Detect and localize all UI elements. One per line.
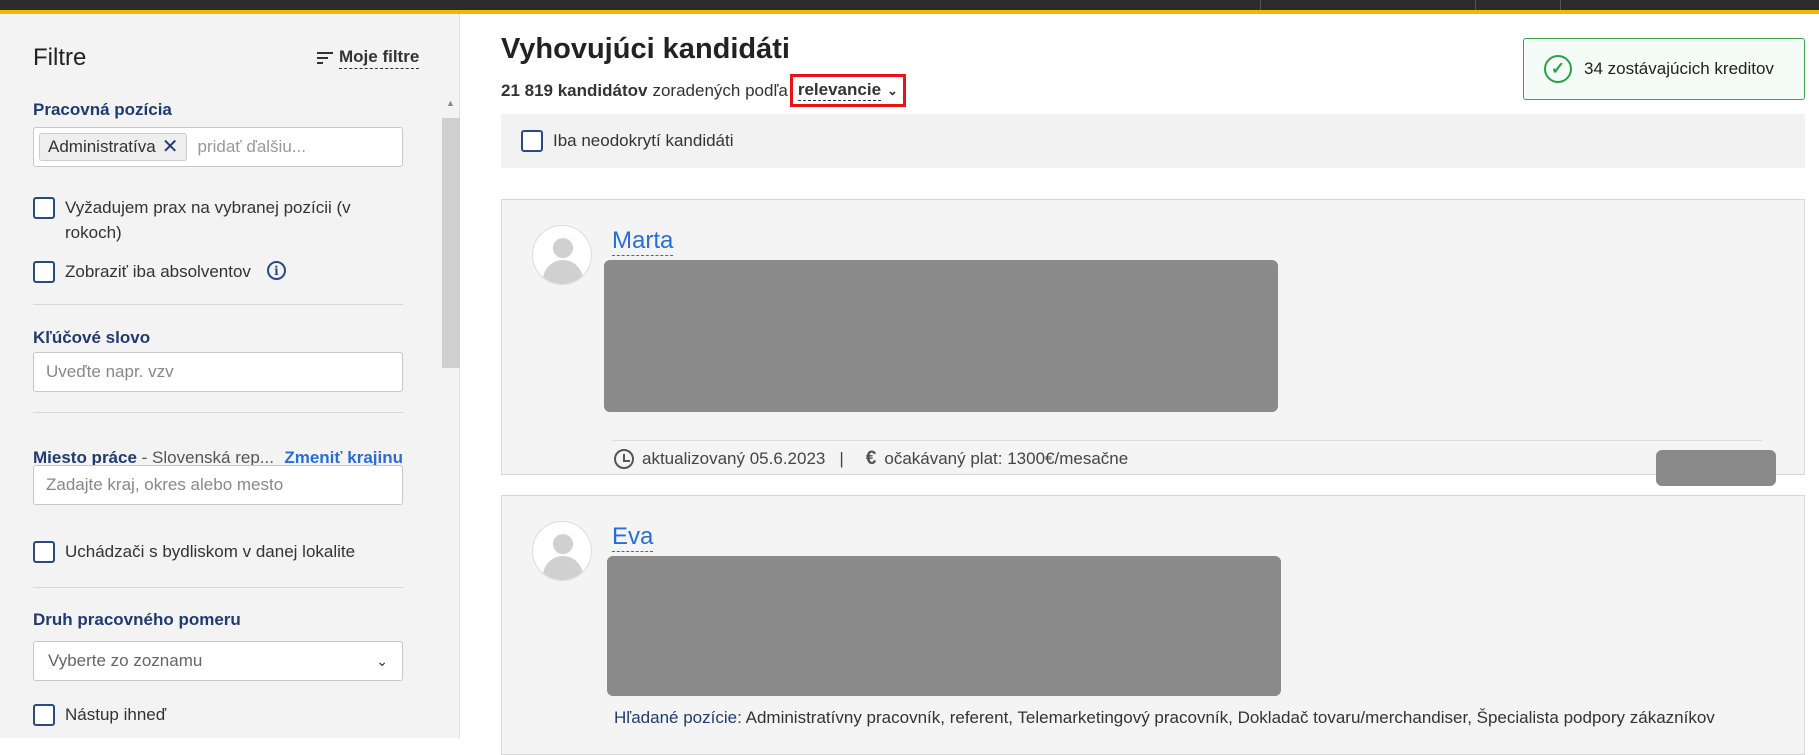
sort-dropdown[interactable]: relevancie ⌄ — [789, 74, 906, 107]
start-now-option[interactable]: Nástup ihneď — [33, 704, 166, 726]
filters-sidebar: Filtre Moje filtre ▲ Pracovná pozícia Ad… — [0, 14, 460, 738]
euro-icon: € — [865, 448, 877, 469]
residence-option[interactable]: Uchádzači s bydliskom v danej lokalite — [33, 541, 355, 563]
graduates-only-checkbox[interactable] — [33, 261, 55, 283]
position-input[interactable]: Administratíva ✕ pridať ďalšiu... — [33, 127, 403, 167]
results-summary: 21 819 kandidátov zoradených podľa relev… — [501, 74, 906, 107]
location-input[interactable]: Zadajte kraj, okres alebo mesto — [33, 465, 403, 505]
candidate-card[interactable]: Marta aktualizovaný 05.6.2023 | € očakáv… — [501, 199, 1805, 486]
credits-badge: ✓ 34 zostávajúcich kreditov — [1523, 38, 1805, 100]
require-experience-option[interactable]: Vyžadujem prax na vybranej pozícii (v ro… — [33, 195, 363, 245]
only-unrevealed-label: Iba neodokrytí kandidáti — [553, 131, 734, 150]
divider — [33, 304, 403, 305]
start-now-checkbox[interactable] — [33, 704, 55, 726]
graduates-only-option[interactable]: Zobraziť iba absolventov i — [33, 261, 286, 283]
redacted-content — [604, 260, 1278, 412]
only-unrevealed-checkbox[interactable] — [521, 130, 543, 152]
chevron-down-icon: ⌄ — [376, 652, 388, 669]
topbar-divider — [1475, 0, 1476, 10]
avatar-placeholder-icon — [532, 225, 592, 285]
sort-value: relevancie — [797, 80, 882, 101]
residence-checkbox[interactable] — [33, 541, 55, 563]
position-add-placeholder: pridať ďalšiu... — [197, 137, 306, 156]
scroll-up-arrow-icon[interactable]: ▲ — [446, 98, 455, 108]
position-label: Pracovná pozícia — [33, 100, 172, 119]
divider — [612, 440, 1762, 441]
topbar-divider — [1560, 0, 1561, 10]
updated-date: aktualizovaný 05.6.2023 — [642, 449, 826, 468]
credits-text: 34 zostávajúcich kreditov — [1584, 59, 1774, 78]
my-filters-label: Moje filtre — [339, 47, 420, 69]
my-filters-link[interactable]: Moje filtre — [317, 47, 420, 69]
position-tag-label: Administratíva — [48, 137, 156, 156]
redacted-content — [607, 556, 1281, 696]
keyword-input[interactable]: Uveďte napr. vzv — [33, 352, 403, 392]
candidate-card[interactable]: Eva Hľadané pozície: Administratívny pra… — [501, 495, 1805, 755]
topbar-divider — [1260, 0, 1261, 10]
meta-separator: | — [839, 449, 844, 468]
top-bar — [0, 0, 1819, 26]
expected-salary: očakávaný plat: 1300€/mesačne — [884, 449, 1129, 468]
page-title: Vyhovujúci kandidáti — [501, 33, 790, 65]
scrollbar-thumb[interactable] — [442, 118, 460, 368]
require-experience-checkbox[interactable] — [33, 197, 55, 219]
graduates-only-label: Zobraziť iba absolventov — [65, 262, 251, 281]
sidebar-title: Filtre — [33, 44, 87, 71]
divider — [33, 587, 403, 588]
results-panel: Vyhovujúci kandidáti 21 819 kandidátov z… — [500, 14, 1810, 755]
info-icon[interactable]: i — [266, 261, 286, 280]
only-unrevealed-filter[interactable]: Iba neodokrytí kandidáti — [501, 114, 1805, 168]
employment-type-label: Druh pracovného pomeru — [33, 610, 241, 629]
candidate-name-link[interactable]: Marta — [612, 227, 674, 256]
chevron-down-icon: ⌄ — [887, 82, 898, 98]
divider — [33, 412, 403, 413]
residence-label: Uchádzači s bydliskom v danej lokalite — [65, 542, 356, 561]
keyword-label: Kľúčové slovo — [33, 328, 151, 347]
candidate-count: 21 819 kandidátov — [501, 80, 648, 100]
require-experience-label: Vyžadujem prax na vybranej pozícii (v ro… — [65, 198, 351, 242]
check-circle-icon: ✓ — [1544, 55, 1572, 83]
remove-tag-icon[interactable]: ✕ — [162, 137, 179, 157]
candidate-meta: aktualizovaný 05.6.2023 | € očakávaný pl… — [614, 448, 1128, 470]
filter-lines-icon — [317, 52, 333, 64]
start-now-label: Nástup ihneď — [65, 705, 167, 724]
sought-positions: Hľadané pozície: Administratívny pracovn… — [614, 708, 1715, 728]
sorted-by-label: zoradených podľa — [652, 80, 788, 100]
clock-icon — [614, 449, 634, 469]
sought-positions-label: Hľadané pozície: — [614, 708, 742, 727]
candidate-name-link[interactable]: Eva — [612, 523, 654, 552]
employment-type-placeholder: Vyberte zo zoznamu — [48, 651, 203, 670]
employment-type-select[interactable]: Vyberte zo zoznamu ⌄ — [33, 641, 403, 681]
sidebar-scrollbar[interactable]: ▲ — [442, 98, 460, 738]
redacted-action-button[interactable] — [1656, 450, 1776, 486]
position-tag: Administratíva ✕ — [39, 133, 188, 161]
avatar-placeholder-icon — [532, 521, 592, 581]
sought-positions-value: Administratívny pracovník, referent, Tel… — [745, 708, 1715, 727]
